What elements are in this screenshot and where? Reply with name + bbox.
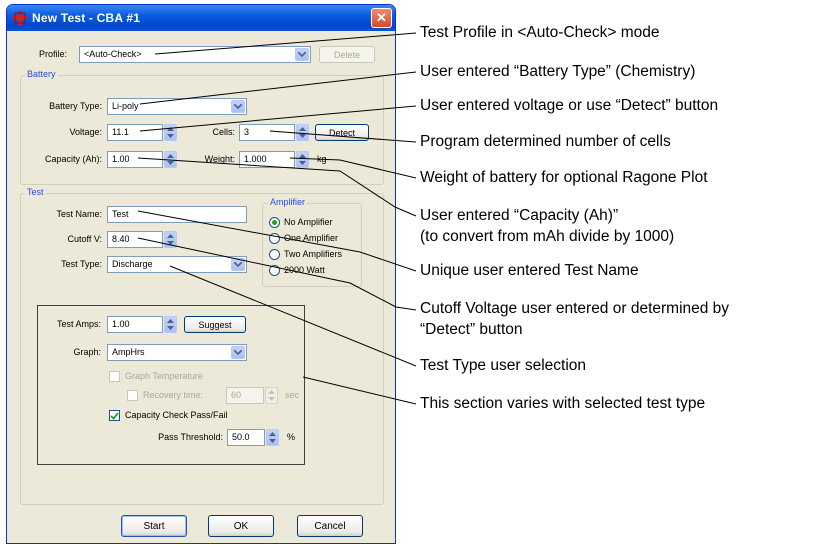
callout-line-profile bbox=[154, 32, 417, 55]
callout-line-test-type bbox=[169, 265, 417, 367]
callout-line-test-name bbox=[137, 210, 417, 272]
callout-cutoff: Cutoff Voltage user entered or determine… bbox=[420, 300, 730, 317]
callout-capacity-note: (to convert from mAh divide by 1000) bbox=[420, 228, 675, 245]
callout-line-cutoff bbox=[137, 237, 417, 311]
callout-test-name: Unique user entered Test Name bbox=[420, 262, 639, 279]
callout-lines bbox=[137, 32, 417, 405]
callout-cutoff-detect: “Detect” button bbox=[420, 321, 523, 338]
callout-weight: Weight of battery for optional Ragone Pl… bbox=[420, 169, 708, 186]
callout-line-section bbox=[302, 376, 417, 405]
callout-section: This section varies with selected test t… bbox=[420, 395, 706, 412]
callout-line-cells bbox=[269, 130, 417, 143]
callout-line-capacity bbox=[137, 157, 417, 217]
callout-cells: Program determined number of cells bbox=[420, 133, 671, 150]
callout-line-weight bbox=[289, 157, 417, 179]
callout-line-battery-type bbox=[139, 71, 417, 105]
callout-capacity: User entered “Capacity (Ah)” bbox=[420, 207, 619, 224]
callout-profile: Test Profile in <Auto-Check> mode bbox=[420, 24, 660, 41]
callout-battery-type: User entered “Battery Type” (Chemistry) bbox=[420, 63, 696, 80]
callout-line-voltage bbox=[139, 105, 417, 132]
callout-voltage: User entered voltage or use “Detect” but… bbox=[420, 97, 719, 114]
callout-test-type: Test Type user selection bbox=[420, 357, 586, 374]
